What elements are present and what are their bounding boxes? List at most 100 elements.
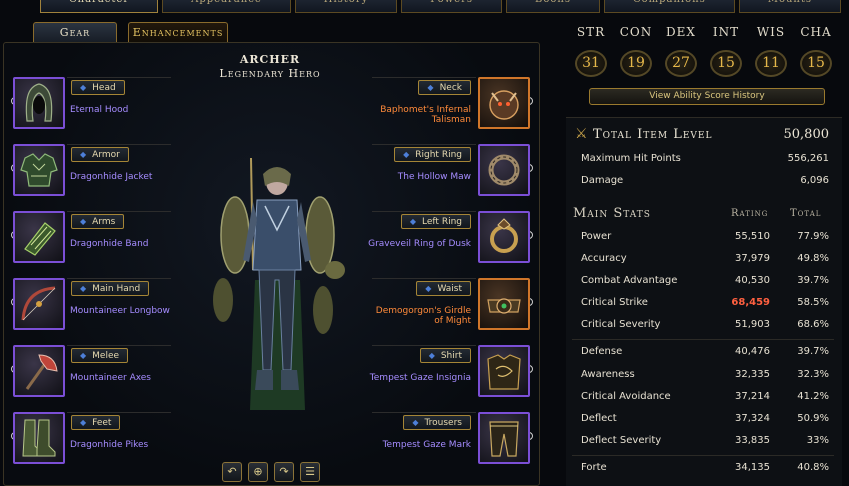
tab-companions[interactable]: Companions bbox=[603, 0, 735, 13]
ability-label-int: INT bbox=[712, 25, 740, 39]
talisman-icon[interactable] bbox=[478, 77, 530, 129]
stat-rating: 32,335 bbox=[735, 369, 770, 380]
tab-enhancements[interactable]: Enhancements bbox=[128, 22, 228, 42]
ability-label-wis: WIS bbox=[756, 25, 786, 39]
stat-row-critical-severity: Critical Severity 51,903 68.6% bbox=[581, 319, 831, 333]
gear-slot-head[interactable]: ◆ Head Eternal Hood bbox=[3, 77, 253, 131]
item-name[interactable]: Dragonhide Pikes bbox=[70, 440, 148, 450]
stat-row-critical-avoidance: Critical Avoidance 37,214 41.2% bbox=[581, 391, 831, 405]
stat-value: 556,261 bbox=[787, 153, 829, 164]
stat-total: 40.8% bbox=[797, 462, 829, 473]
ability-value-str: 31 bbox=[575, 50, 607, 77]
stat-row-forte: Forte 34,135 40.8% bbox=[581, 462, 831, 476]
tab-character[interactable]: Character bbox=[40, 0, 159, 13]
slot-label: ◆ Right Ring bbox=[394, 147, 471, 162]
bracer-icon[interactable] bbox=[13, 211, 65, 263]
item-name[interactable]: Dragonhide Jacket bbox=[70, 172, 152, 182]
tab-mounts[interactable]: Mounts bbox=[738, 0, 842, 13]
stat-rating: 40,476 bbox=[735, 346, 770, 357]
slot-divider bbox=[372, 211, 476, 212]
slot-divider bbox=[372, 144, 476, 145]
rotate-right-icon[interactable]: ↷ bbox=[274, 462, 294, 482]
ring-icon[interactable] bbox=[478, 211, 530, 263]
stat-label: Combat Advantage bbox=[581, 275, 678, 286]
stat-rating: 37,979 bbox=[735, 253, 770, 264]
slot-divider bbox=[67, 278, 171, 279]
stat-total: 39.7% bbox=[797, 346, 829, 357]
item-name[interactable]: Mountaineer Longbow bbox=[70, 306, 170, 316]
stat-label: Maximum Hit Points bbox=[581, 153, 681, 164]
stat-label: Critical Avoidance bbox=[581, 391, 671, 402]
trousers-icon[interactable] bbox=[478, 412, 530, 464]
stat-total: 39.7% bbox=[797, 275, 829, 286]
stat-rating: 68,459 bbox=[731, 297, 770, 308]
zoom-icon[interactable]: ⊕ bbox=[248, 462, 268, 482]
stat-total: 77.9% bbox=[797, 231, 829, 242]
slot-divider bbox=[67, 144, 171, 145]
stat-label: Deflect bbox=[581, 413, 617, 424]
stat-label: Deflect Severity bbox=[581, 435, 662, 446]
item-name[interactable]: Graveveil Ring of Dusk bbox=[368, 239, 471, 249]
stat-label: Damage bbox=[581, 175, 624, 186]
stat-total: 68.6% bbox=[797, 319, 829, 330]
slot-label: ◆ Main Hand bbox=[71, 281, 150, 296]
rotate-left-icon[interactable]: ↶ bbox=[222, 462, 242, 482]
axe-icon[interactable] bbox=[13, 345, 65, 397]
tab-boons[interactable]: Boons bbox=[506, 0, 600, 13]
stat-row-combat-advantage: Combat Advantage 40,530 39.7% bbox=[581, 275, 831, 289]
total-item-level-label: Total Item Level bbox=[593, 127, 713, 142]
stat-rating: 37,214 bbox=[735, 391, 770, 402]
slot-label: ◆ Feet bbox=[71, 415, 121, 430]
item-name[interactable]: Mountaineer Axes bbox=[70, 373, 151, 383]
slot-label: ◆ Left Ring bbox=[400, 214, 471, 229]
ability-label-cha: CHA bbox=[800, 25, 832, 39]
stat-total: 49.8% bbox=[797, 253, 829, 264]
tab-powers[interactable]: Powers bbox=[401, 0, 502, 13]
stat-row-accuracy: Accuracy 37,979 49.8% bbox=[581, 253, 831, 267]
view-ability-history-button[interactable]: View Ability Score History bbox=[589, 88, 825, 105]
stat-rating: 33,835 bbox=[735, 435, 770, 446]
ability-value-int: 15 bbox=[710, 50, 742, 77]
slot-label: ◆ Head bbox=[71, 80, 125, 95]
ability-value-wis: 11 bbox=[755, 50, 787, 77]
ability-value-cha: 15 bbox=[800, 50, 832, 77]
gear-slot-neck[interactable]: ◆ Neck Baphomet's Infernal Talisman bbox=[290, 77, 540, 131]
item-name[interactable]: The Hollow Maw bbox=[398, 172, 471, 182]
stat-row: Maximum Hit Points 556,261 bbox=[581, 153, 831, 167]
tab-appearance[interactable]: Appearance bbox=[162, 0, 291, 13]
slot-label: ◆ Neck bbox=[418, 80, 471, 95]
girdle-icon[interactable] bbox=[478, 278, 530, 330]
item-name[interactable]: Tempest Gaze Insignia bbox=[370, 373, 471, 383]
stat-row-critical-strike: Critical Strike 68,459 58.5% bbox=[581, 297, 831, 311]
character-model[interactable] bbox=[205, 150, 350, 450]
ability-value-dex: 27 bbox=[665, 50, 697, 77]
item-name[interactable]: Eternal Hood bbox=[70, 105, 128, 115]
slot-divider bbox=[372, 345, 476, 346]
tab-gear[interactable]: Gear bbox=[33, 22, 117, 42]
item-name[interactable]: Demogorgon's Girdle of Might bbox=[376, 306, 471, 326]
total-item-level-value: 50,800 bbox=[783, 127, 830, 142]
boots-icon[interactable] bbox=[13, 412, 65, 464]
slot-divider bbox=[67, 345, 171, 346]
stat-row-deflect: Deflect 37,324 50.9% bbox=[581, 413, 831, 427]
top-tab-strip: Character Appearance History Powers Boon… bbox=[0, 0, 849, 13]
ring-icon[interactable] bbox=[478, 144, 530, 196]
options-icon[interactable]: ☰ bbox=[300, 462, 320, 482]
stat-value: 6,096 bbox=[800, 175, 829, 186]
slot-divider bbox=[67, 77, 171, 78]
slot-label: ◆ Armor bbox=[71, 147, 129, 162]
item-name[interactable]: Dragonhide Band bbox=[70, 239, 149, 249]
item-name[interactable]: Baphomet's Infernal Talisman bbox=[380, 105, 471, 125]
divider bbox=[572, 339, 834, 340]
hood-icon[interactable] bbox=[13, 77, 65, 129]
bow-icon[interactable] bbox=[13, 278, 65, 330]
stat-label: Critical Strike bbox=[581, 297, 648, 308]
armor-icon[interactable] bbox=[13, 144, 65, 196]
item-name[interactable]: Tempest Gaze Mark bbox=[383, 440, 471, 450]
stat-row-defense: Defense 40,476 39.7% bbox=[581, 346, 831, 360]
column-total: Total bbox=[790, 208, 822, 219]
tab-history[interactable]: History bbox=[294, 0, 398, 13]
slot-divider bbox=[67, 211, 171, 212]
shirt-icon[interactable] bbox=[478, 345, 530, 397]
stat-total: 33% bbox=[806, 435, 829, 446]
